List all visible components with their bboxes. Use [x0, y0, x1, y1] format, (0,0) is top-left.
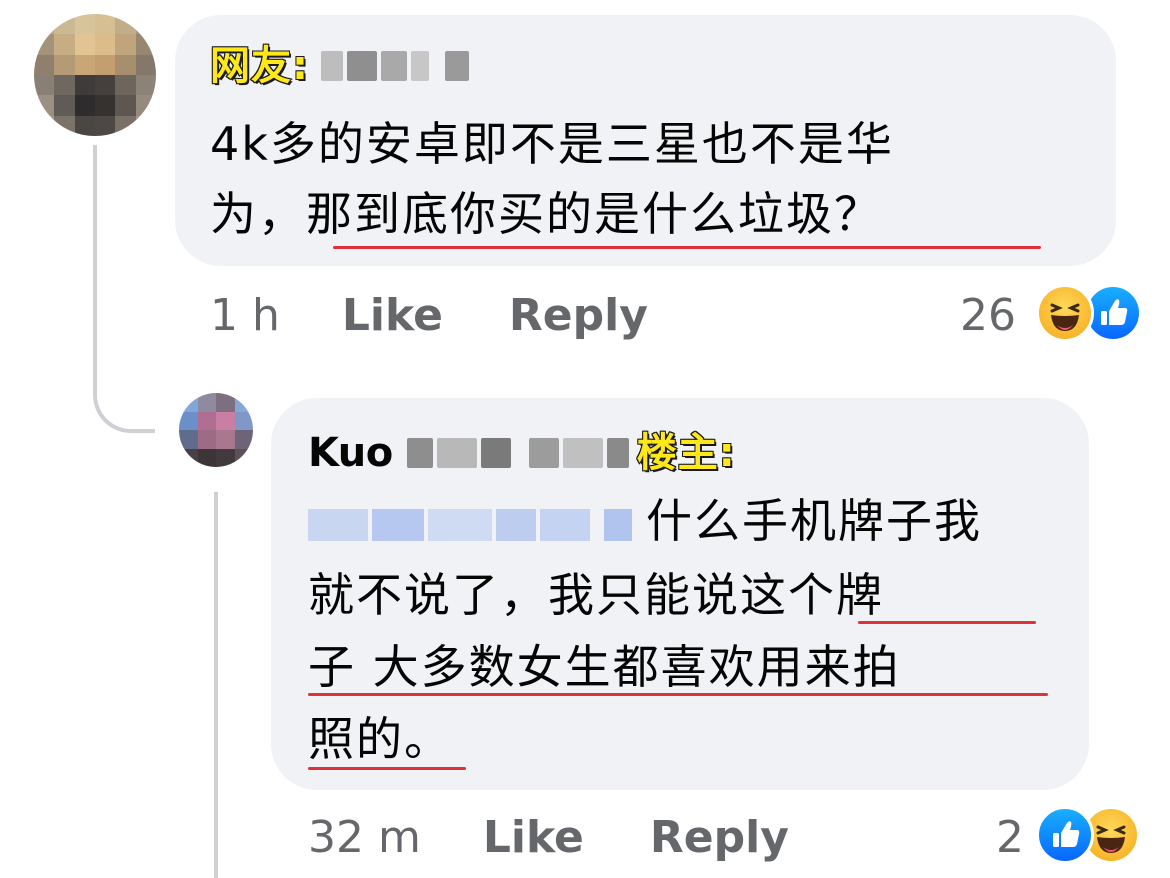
comment-2-text-line-4: 照的。 — [308, 712, 452, 766]
comment-2-text-line-3: 子 大多数女生都喜欢用来拍 — [308, 640, 901, 694]
comment-1-text-plain: 为， — [210, 187, 306, 241]
thumbs-up-glyph — [1053, 821, 1080, 847]
reply-thread-line — [214, 492, 218, 878]
comment-1-text-underlined: 那到底你买的是什么垃圾？ — [306, 187, 882, 241]
comment-2-reaction-count[interactable]: 2 — [996, 816, 1024, 860]
comment-2-text-2a: 就不说了，我只能说 — [308, 568, 740, 622]
author-name-blurred-rest[interactable] — [393, 438, 629, 468]
avatar-post-owner[interactable] — [179, 393, 253, 467]
haha-icon[interactable] — [1036, 284, 1094, 342]
comment-2-underline-1 — [858, 621, 1036, 624]
comment-2-underline-3 — [308, 767, 466, 770]
comment-1-highlight-underline — [333, 246, 1041, 249]
comment-2-text-2b: 这个牌 — [740, 568, 884, 622]
thread-line-vertical — [93, 145, 97, 360]
comment-2-header: Kuo 楼主: — [308, 425, 736, 481]
comment-1-header: 网友: — [209, 38, 469, 94]
thumbs-up-glyph — [1101, 299, 1128, 325]
comment-1-actions: 1 h Like Reply — [210, 294, 648, 338]
author-name-blurred[interactable] — [309, 51, 469, 81]
comment-2-underline-2 — [308, 693, 1048, 696]
comment-1-reaction-count[interactable]: 26 — [960, 294, 1016, 338]
avatar-commenter-1[interactable] — [34, 14, 156, 136]
comment-2-time[interactable]: 32 m — [308, 812, 421, 863]
mention-blurred[interactable] — [308, 508, 632, 541]
comment-1-reply-button[interactable]: Reply — [509, 290, 648, 341]
comment-2-like-button[interactable]: Like — [483, 812, 584, 863]
comment-1-text-line-1: 4k多的安卓即不是三星也不是华 — [210, 117, 894, 171]
comment-2-text-line-2: 就不说了，我只能说这个牌 — [308, 572, 884, 618]
comment-2-text-1: 什么手机牌子我 — [646, 494, 982, 548]
comment-2-actions: 32 m Like Reply — [308, 816, 789, 860]
comment-2-text-line-1: 什么手机牌子我 — [308, 498, 982, 544]
comment-1-time[interactable]: 1 h — [210, 290, 280, 341]
comment-1-text-line-2: 为，那到底你买的是什么垃圾？ — [210, 191, 882, 237]
comment-2-reply-button[interactable]: Reply — [650, 812, 789, 863]
thread-line-curve — [93, 355, 155, 433]
label-tag-netizen: 网友: — [209, 43, 309, 89]
label-tag-post-owner: 楼主: — [636, 430, 736, 476]
comment-1-like-button[interactable]: Like — [342, 290, 443, 341]
haha-face — [1050, 303, 1080, 331]
like-icon[interactable] — [1036, 806, 1094, 864]
author-name[interactable]: Kuo — [308, 430, 393, 476]
